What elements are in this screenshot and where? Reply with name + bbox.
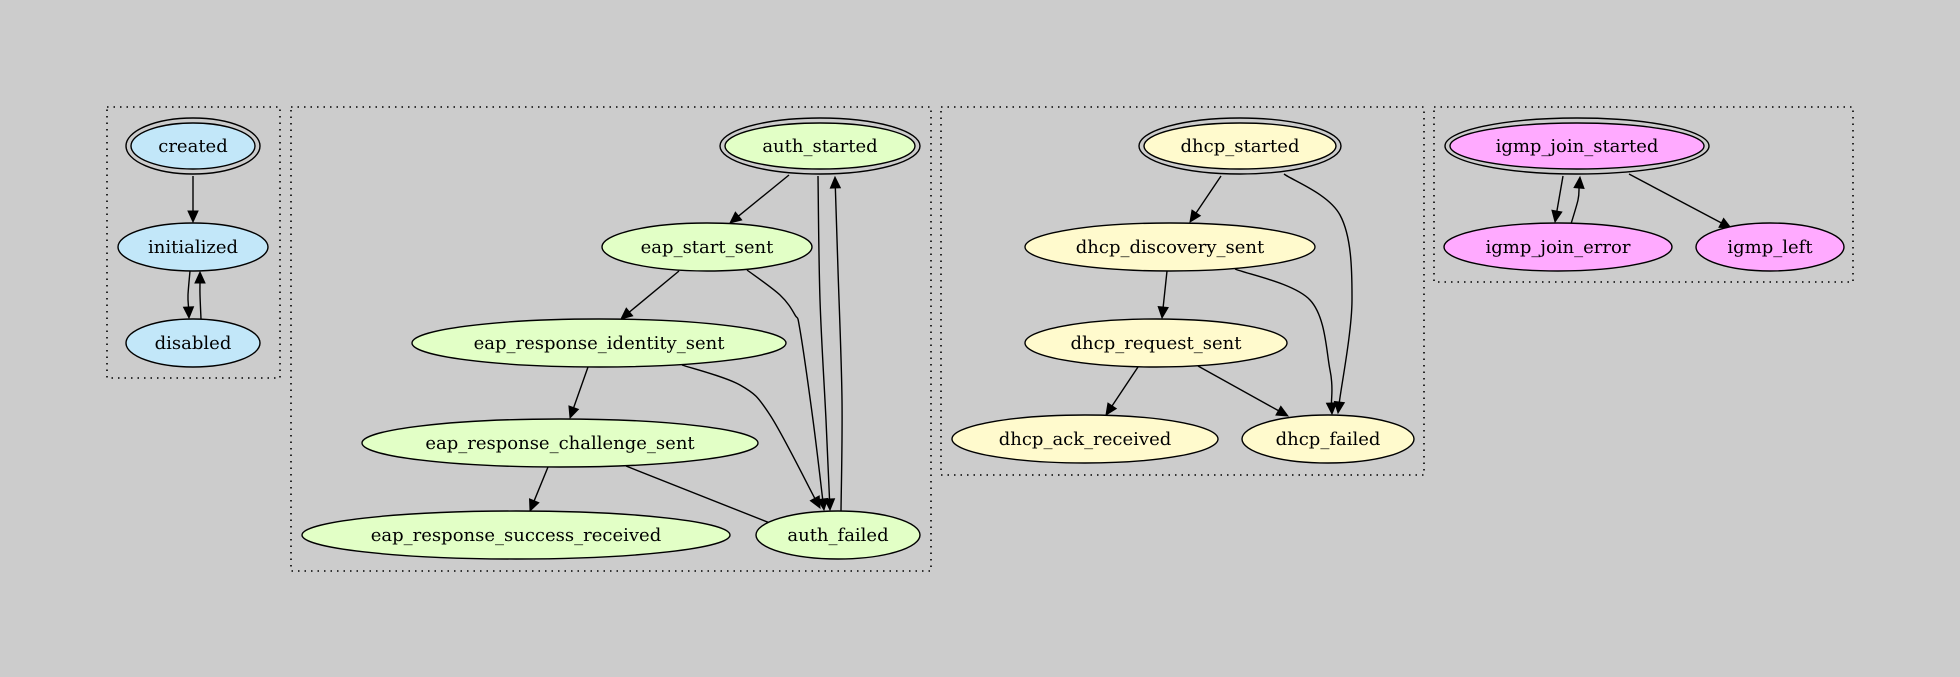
arrowhead-icon — [1325, 402, 1338, 416]
edge-dhcp-discovery-sent-to-dhcp-request-sent — [1157, 270, 1169, 320]
state-node-igmp-left[interactable]: igmp_left — [1695, 222, 1845, 272]
state-label: igmp_join_started — [1496, 136, 1659, 157]
edge-dhcp-request-sent-to-dhcp-failed — [1197, 365, 1290, 417]
arrowhead-icon — [829, 175, 842, 189]
edge-eap-response-challenge-sent-to-eap-response-success-received — [529, 466, 549, 513]
edge-line — [1162, 270, 1168, 308]
arrowhead-icon — [1275, 405, 1290, 417]
edge-line — [1628, 173, 1722, 224]
state-node-disabled[interactable]: disabled — [125, 318, 261, 368]
edge-eap-start-sent-to-eap-response-identity-sent — [620, 270, 680, 320]
arrowhead-icon — [529, 498, 540, 513]
state-label: igmp_join_error — [1486, 237, 1631, 258]
state-label: eap_response_challenge_sent — [425, 433, 695, 454]
arrowhead-icon — [187, 210, 199, 224]
state-node-created[interactable]: created — [125, 117, 261, 175]
state-node-dhcp-discovery-sent[interactable]: dhcp_discovery_sent — [1024, 222, 1316, 272]
state-label: eap_start_sent — [641, 237, 774, 258]
edge-auth-started-to-auth-failed — [817, 175, 836, 512]
state-node-dhcp-failed[interactable]: dhcp_failed — [1241, 414, 1415, 464]
edge-dhcp-started-to-dhcp-failed — [1283, 173, 1353, 415]
arrowhead-icon — [1573, 175, 1585, 189]
state-node-eap-response-success-received[interactable]: eap_response_success_received — [301, 510, 731, 560]
state-label: eap_response_success_received — [371, 525, 661, 546]
edge-dhcp-started-to-dhcp-discovery-sent — [1189, 175, 1222, 224]
state-diagram: created initialized disabled auth_startedea… — [106, 106, 1854, 572]
edge-dhcp-request-sent-to-dhcp-ack-received — [1105, 366, 1139, 417]
state-node-auth-started[interactable]: auth_started — [719, 117, 921, 175]
edge-igmp-join-error-to-igmp-join-started — [1570, 175, 1585, 225]
edge-line — [738, 174, 790, 217]
state-node-eap-start-sent[interactable]: eap_start_sent — [601, 222, 813, 272]
state-label: auth_failed — [787, 525, 888, 546]
edge-disabled-to-initialized — [194, 270, 206, 320]
edge-auth-failed-to-auth-started — [829, 175, 843, 512]
state-label: disabled — [155, 333, 232, 354]
state-label: initialized — [148, 237, 238, 258]
edge-auth-started-to-eap-start-sent — [729, 174, 790, 224]
edge-igmp-join-started-to-igmp-join-error — [1551, 175, 1564, 224]
state-label: dhcp_started — [1181, 136, 1300, 157]
state-label: igmp_left — [1727, 237, 1813, 258]
state-node-dhcp-started[interactable]: dhcp_started — [1138, 117, 1342, 175]
state-node-initialized[interactable]: initialized — [117, 222, 269, 272]
edge-line — [1197, 365, 1279, 412]
edge-line — [1556, 175, 1564, 212]
edge-line — [629, 270, 680, 313]
edge-line — [834, 187, 843, 512]
arrowhead-icon — [620, 307, 634, 320]
edge-line — [746, 269, 824, 500]
edge-eap-start-sent-to-auth-failed — [746, 269, 829, 512]
arrowhead-icon — [1551, 209, 1563, 224]
state-node-igmp-join-error[interactable]: igmp_join_error — [1443, 222, 1673, 272]
edge-created-to-initialized — [187, 176, 199, 224]
edge-line — [1283, 173, 1353, 403]
state-node-dhcp-request-sent[interactable]: dhcp_request_sent — [1024, 318, 1288, 368]
arrowhead-icon — [809, 495, 821, 510]
arrowhead-icon — [729, 211, 743, 224]
edge-initialized-to-disabled — [182, 270, 195, 320]
state-node-igmp-join-started[interactable]: igmp_join_started — [1444, 117, 1710, 175]
edge-line — [533, 466, 549, 502]
state-label: auth_started — [762, 136, 877, 157]
state-label: eap_response_identity_sent — [474, 333, 726, 354]
state-label: dhcp_failed — [1276, 429, 1381, 450]
edge-eap-response-identity-sent-to-eap-response-challenge-sent — [568, 366, 589, 420]
edge-line — [1111, 366, 1139, 407]
state-label: dhcp_discovery_sent — [1076, 237, 1265, 258]
arrowhead-icon — [1189, 209, 1202, 224]
edge-line — [199, 282, 202, 320]
state-node-eap-response-identity-sent[interactable]: eap_response_identity_sent — [411, 318, 787, 368]
arrowhead-icon — [568, 405, 580, 420]
arrowhead-icon — [194, 270, 206, 284]
edge-line — [1195, 175, 1222, 214]
state-label: created — [158, 136, 227, 157]
state-node-dhcp-ack-received[interactable]: dhcp_ack_received — [951, 414, 1219, 464]
arrowhead-icon — [1157, 305, 1169, 320]
arrowhead-icon — [182, 306, 195, 320]
edge-line — [817, 175, 831, 500]
edge-igmp-join-started-to-igmp-left — [1628, 173, 1733, 229]
arrowhead-icon — [1105, 402, 1118, 417]
edge-line — [187, 270, 191, 308]
state-node-eap-response-challenge-sent[interactable]: eap_response_challenge_sent — [361, 418, 759, 468]
state-label: dhcp_ack_received — [999, 429, 1172, 450]
edge-line — [573, 366, 589, 408]
state-node-auth-failed[interactable]: auth_failed — [755, 510, 921, 560]
edge-line — [1570, 187, 1580, 225]
state-label: dhcp_request_sent — [1071, 333, 1243, 354]
